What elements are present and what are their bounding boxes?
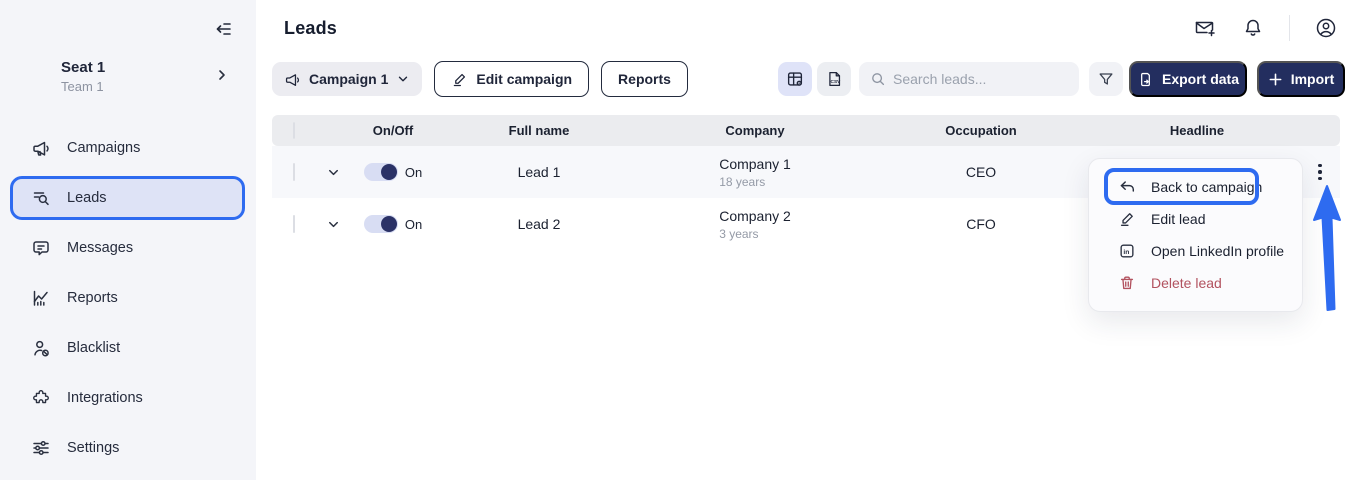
menu-item-delete-lead[interactable]: Delete lead xyxy=(1089,267,1302,299)
collapse-sidebar-icon[interactable] xyxy=(208,15,236,43)
table-view-icon[interactable] xyxy=(778,62,812,96)
on-off-toggle[interactable] xyxy=(364,163,398,181)
linkedin-icon: in xyxy=(1118,242,1136,260)
search-box xyxy=(859,62,1079,96)
reports-button[interactable]: Reports xyxy=(601,61,688,97)
menu-item-label: Delete lead xyxy=(1151,275,1222,291)
message-icon xyxy=(31,238,51,258)
import-label: Import xyxy=(1291,71,1335,87)
cell-company: Company 2 xyxy=(719,208,791,224)
sidebar-item-label: Settings xyxy=(67,440,119,456)
edit-pencil-icon xyxy=(1118,210,1136,228)
menu-item-label: Edit lead xyxy=(1151,211,1205,227)
trash-icon xyxy=(1118,274,1136,292)
table-header-row: On/Off Full name Company Occupation Head… xyxy=(272,115,1340,146)
reports-button-label: Reports xyxy=(618,71,671,87)
megaphone-icon xyxy=(284,71,301,88)
sidebar-item-settings[interactable]: Settings xyxy=(10,426,245,470)
select-all-checkbox[interactable] xyxy=(293,122,295,139)
chevron-down-icon[interactable] xyxy=(316,217,350,232)
sidebar-item-integrations[interactable]: Integrations xyxy=(10,376,245,420)
sidebar-item-label: Campaigns xyxy=(67,140,140,156)
bell-icon[interactable] xyxy=(1241,16,1265,40)
toggle-label: On xyxy=(405,217,422,232)
funnel-filter-icon[interactable] xyxy=(1089,62,1123,96)
cell-company-sub: 18 years xyxy=(719,175,791,189)
campaign-selector-label: Campaign 1 xyxy=(309,71,388,87)
column-header-company: Company xyxy=(642,123,868,138)
sidebar-item-label: Leads xyxy=(67,190,107,206)
chevron-down-icon[interactable] xyxy=(316,165,350,180)
file-export-icon xyxy=(1137,71,1154,88)
user-circle-icon[interactable] xyxy=(1314,16,1338,40)
cell-company-sub: 3 years xyxy=(719,227,791,241)
sidebar-item-messages[interactable]: Messages xyxy=(10,226,245,270)
column-header-headline: Headline xyxy=(1094,123,1300,138)
column-header-full-name: Full name xyxy=(436,123,642,138)
sidebar-item-reports[interactable]: Reports xyxy=(10,276,245,320)
cell-occupation: CEO xyxy=(868,164,1094,180)
menu-item-back-to-campaign[interactable]: Back to campaign xyxy=(1089,171,1302,203)
campaign-selector[interactable]: Campaign 1 xyxy=(272,62,422,96)
export-data-label: Export data xyxy=(1162,71,1239,87)
blocked-user-icon xyxy=(31,338,51,358)
main-content: Leads xyxy=(256,0,1356,480)
view-toggle: CSV xyxy=(778,62,851,96)
menu-item-edit-lead[interactable]: Edit lead xyxy=(1089,203,1302,235)
row-actions-menu: Back to campaign Edit lead in Open Linke… xyxy=(1088,158,1303,312)
sidebar-item-leads[interactable]: Leads xyxy=(10,176,245,220)
sidebar: Seat 1 Team 1 Campaigns Leads xyxy=(0,0,256,480)
menu-item-label: Open LinkedIn profile xyxy=(1151,243,1284,259)
edit-pencil-icon xyxy=(451,71,468,88)
page-title: Leads xyxy=(284,18,337,39)
sidebar-item-campaigns[interactable]: Campaigns xyxy=(10,126,245,170)
plus-icon xyxy=(1268,72,1283,87)
cell-occupation: CFO xyxy=(868,216,1094,232)
chevron-down-icon xyxy=(396,72,410,86)
column-header-on-off: On/Off xyxy=(350,123,436,138)
mail-plus-icon[interactable] xyxy=(1193,16,1217,40)
toggle-label: On xyxy=(405,165,422,180)
sidebar-item-label: Blacklist xyxy=(67,340,120,356)
sidebar-item-label: Messages xyxy=(67,240,133,256)
search-input[interactable] xyxy=(859,62,1079,96)
edit-campaign-button[interactable]: Edit campaign xyxy=(434,61,589,97)
edit-campaign-label: Edit campaign xyxy=(476,71,572,87)
csv-view-icon[interactable]: CSV xyxy=(817,62,851,96)
row-checkbox[interactable] xyxy=(293,163,295,181)
cell-company: Company 1 xyxy=(719,156,791,172)
topbar-divider xyxy=(1289,15,1290,41)
sidebar-item-label: Integrations xyxy=(67,390,143,406)
on-off-toggle[interactable] xyxy=(364,215,398,233)
undo-arrow-icon xyxy=(1118,178,1136,196)
chevron-right-icon xyxy=(214,67,230,83)
export-data-button[interactable]: Export data xyxy=(1129,61,1247,97)
chart-icon xyxy=(31,288,51,308)
sidebar-item-label: Reports xyxy=(67,290,118,306)
sidebar-item-blacklist[interactable]: Blacklist xyxy=(10,326,245,370)
row-checkbox[interactable] xyxy=(293,215,295,233)
topbar: Leads xyxy=(256,0,1356,56)
toolbar: Campaign 1 Edit campaign Reports C xyxy=(272,61,1345,97)
svg-text:in: in xyxy=(1123,249,1129,256)
puzzle-icon xyxy=(31,388,51,408)
import-button[interactable]: Import xyxy=(1257,61,1345,97)
cell-full-name: Lead 2 xyxy=(436,216,642,232)
sidebar-nav: Campaigns Leads Messages xyxy=(10,126,245,476)
megaphone-icon xyxy=(31,138,51,158)
cell-full-name: Lead 1 xyxy=(436,164,642,180)
column-header-occupation: Occupation xyxy=(868,123,1094,138)
sliders-icon xyxy=(31,438,51,458)
search-icon xyxy=(869,70,887,88)
seat-selector[interactable]: Seat 1 Team 1 xyxy=(0,59,256,94)
menu-item-open-linkedin-profile[interactable]: in Open LinkedIn profile xyxy=(1089,235,1302,267)
menu-item-label: Back to campaign xyxy=(1151,179,1262,195)
row-actions-kebab-icon[interactable] xyxy=(1300,160,1340,185)
lead-search-icon xyxy=(31,188,51,208)
svg-text:CSV: CSV xyxy=(831,79,842,85)
